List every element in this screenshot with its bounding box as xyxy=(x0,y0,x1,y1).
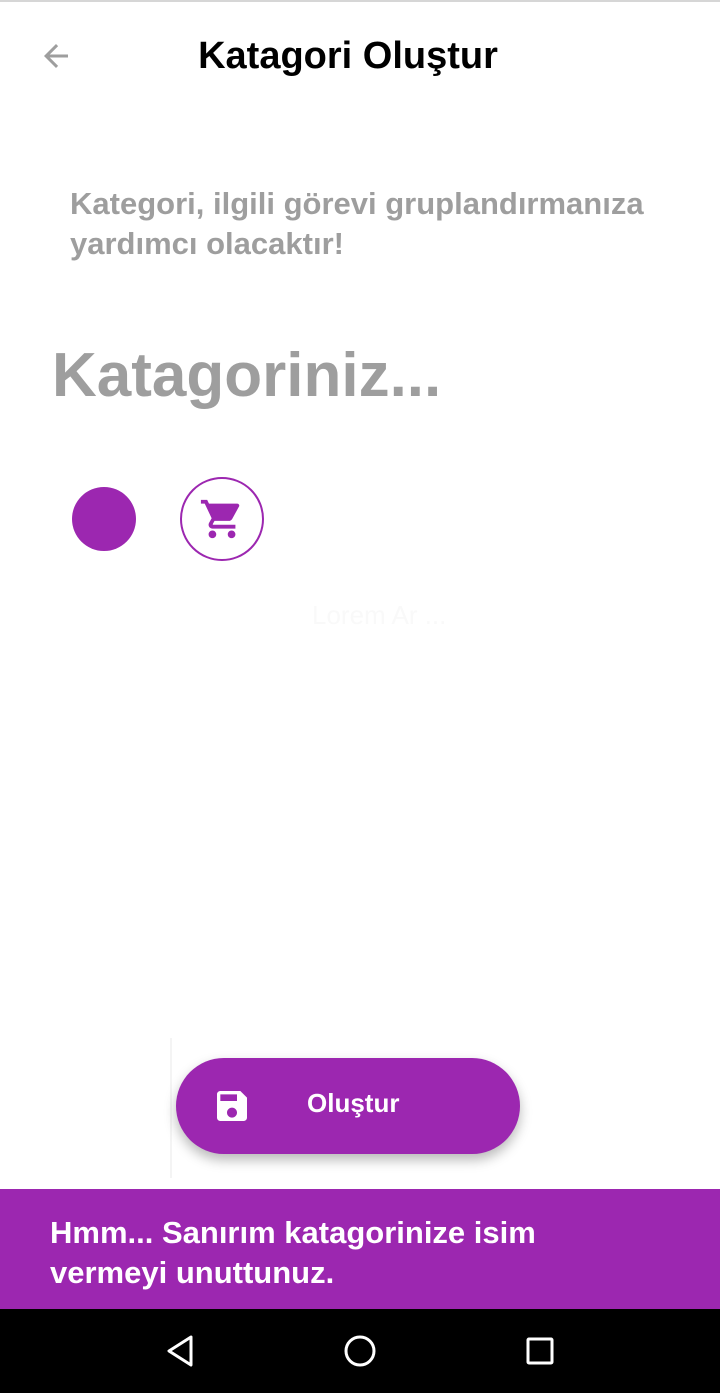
status-divider xyxy=(0,0,720,2)
icon-picker-button[interactable] xyxy=(180,477,264,561)
save-icon xyxy=(217,1091,247,1121)
nav-recents-button[interactable] xyxy=(512,1323,568,1379)
snackbar: Hmm... Sanırım katagorinize isim vermeyi… xyxy=(0,1189,720,1309)
category-description: Kategori, ilgili görevi gruplandırmanıza… xyxy=(70,186,644,261)
category-name-input[interactable] xyxy=(52,330,672,420)
create-button[interactable]: Oluştur xyxy=(176,1058,520,1154)
nav-back-button[interactable] xyxy=(152,1323,208,1379)
triangle-back-icon xyxy=(167,1335,193,1367)
snackbar-message: Hmm... Sanırım katagorinize isim vermeyi… xyxy=(50,1215,536,1290)
nav-home-button[interactable] xyxy=(332,1323,388,1379)
faint-text: Lorem Ar ... xyxy=(312,600,447,630)
square-recents-icon xyxy=(526,1337,554,1365)
circle-home-icon xyxy=(344,1335,376,1367)
color-picker-button[interactable] xyxy=(72,487,136,551)
system-navigation-bar xyxy=(0,1309,720,1393)
shopping-cart-icon xyxy=(200,499,240,539)
page-title: Katagori Oluştur xyxy=(198,35,498,77)
divider xyxy=(170,1038,172,1178)
create-button-label: Oluştur xyxy=(307,1088,400,1118)
